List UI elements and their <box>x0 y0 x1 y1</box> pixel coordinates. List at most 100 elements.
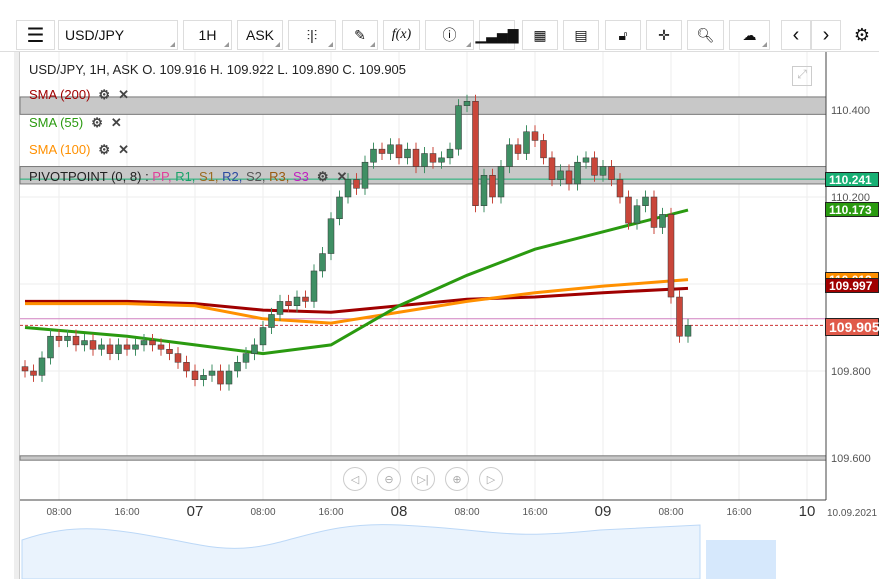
candle <box>421 153 428 167</box>
candle <box>30 370 37 376</box>
candle <box>565 170 573 185</box>
candle <box>455 105 462 150</box>
time-label: 16:00 <box>114 507 140 518</box>
gear-icon[interactable]: ⚙ <box>317 169 329 185</box>
candle <box>98 344 105 350</box>
candle <box>514 144 522 154</box>
candle <box>72 335 80 346</box>
candle <box>429 153 437 163</box>
close-icon[interactable]: ✕ <box>337 169 348 185</box>
pivot-band <box>19 455 827 461</box>
candle <box>234 362 241 372</box>
candle <box>132 344 139 350</box>
candle <box>489 175 496 198</box>
candle <box>225 370 233 385</box>
go-latest-button[interactable]: ▷| <box>411 467 435 491</box>
candle <box>38 357 46 376</box>
candle <box>353 179 360 189</box>
price-chart[interactable]: 110.400110.200109.800109.600 <box>0 0 879 579</box>
price-tick: 110.400 <box>831 105 870 117</box>
navigator-window <box>706 540 776 579</box>
candle <box>633 205 641 224</box>
navigator-area <box>21 524 701 579</box>
candle <box>378 148 386 154</box>
candle <box>336 196 343 219</box>
candle <box>591 157 598 176</box>
pivot-level-s3: S3 <box>292 169 309 184</box>
candle <box>404 148 411 159</box>
pivot-level-pp: PP, <box>152 169 176 184</box>
sma200-price-tag: 109.997 <box>825 278 879 294</box>
candle <box>55 335 63 341</box>
gear-icon[interactable]: ⚙ <box>91 115 103 131</box>
candle <box>523 131 530 154</box>
close-icon[interactable]: ✕ <box>118 142 129 158</box>
time-label: 08:00 <box>658 507 684 518</box>
candle <box>667 214 675 298</box>
candle <box>370 148 377 163</box>
date-label: 10.09.2021 <box>827 508 878 519</box>
gear-icon[interactable]: ⚙ <box>98 142 110 158</box>
candle <box>166 349 173 354</box>
candle <box>395 144 403 159</box>
candle <box>642 196 649 206</box>
candle <box>89 340 97 350</box>
sma100-label: SMA (100) <box>29 142 91 157</box>
zoom-out-button[interactable]: ⊖ <box>377 467 401 491</box>
candle <box>310 270 318 302</box>
candle <box>123 344 131 350</box>
candle <box>582 157 590 163</box>
pivot-price-tag: 110.241 <box>825 172 879 188</box>
candle <box>480 175 488 206</box>
candle <box>217 370 224 385</box>
candle <box>174 353 182 363</box>
sma55-label: SMA (55) <box>29 115 84 130</box>
candle <box>140 340 148 346</box>
candle <box>302 296 309 302</box>
time-label: 08:00 <box>250 507 276 518</box>
time-label: 16:00 <box>726 507 752 518</box>
pivot-legend: PIVOTPOINT (0, 8) : PP, R1, S1, R2, S2, … <box>29 169 348 185</box>
pan-right-button[interactable]: ▷ <box>479 467 503 491</box>
sma55-price-tag: 110.173 <box>825 201 879 217</box>
candle <box>684 325 692 337</box>
candle <box>540 140 547 159</box>
price-tick: 109.600 <box>831 453 871 465</box>
candle <box>463 101 471 106</box>
candle <box>412 148 420 167</box>
time-label: 10 <box>798 503 816 520</box>
pan-left-button[interactable]: ◁ <box>343 467 367 491</box>
pivot-label: PIVOTPOINT (0, 8) <box>29 169 142 184</box>
pivot-level-r3: R3, <box>269 169 293 184</box>
time-label: 16:00 <box>318 507 344 518</box>
candle <box>21 366 29 372</box>
candle <box>81 340 88 346</box>
zoom-in-button[interactable]: ⊕ <box>445 467 469 491</box>
candle <box>208 370 216 376</box>
sma200-label: SMA (200) <box>29 87 91 102</box>
time-label: 08 <box>390 503 408 520</box>
time-label: 16:00 <box>522 507 548 518</box>
candle <box>106 344 114 354</box>
ohlc-readout: USD/JPY, 1H, ASK O. 109.916 H. 109.922 L… <box>29 62 407 77</box>
time-label: 08:00 <box>454 507 480 518</box>
candle <box>599 166 607 176</box>
close-icon[interactable]: ✕ <box>118 87 129 103</box>
candle <box>438 157 445 163</box>
candle <box>47 335 54 359</box>
candle <box>506 144 513 167</box>
candle <box>191 370 199 380</box>
last-price-tag: 109.905 <box>825 318 879 337</box>
candle <box>608 166 615 180</box>
close-icon[interactable]: ✕ <box>111 115 122 131</box>
time-label: 07 <box>186 503 204 520</box>
candle <box>625 196 632 224</box>
candle <box>285 301 292 306</box>
expand-icon[interactable]: ⤢ <box>792 66 812 86</box>
candle <box>497 166 505 198</box>
candle <box>676 296 683 337</box>
gear-icon[interactable]: ⚙ <box>98 87 110 103</box>
sma200-legend: SMA (200) ⚙ ✕ <box>29 87 129 103</box>
candle <box>276 301 284 315</box>
candle <box>548 157 556 180</box>
